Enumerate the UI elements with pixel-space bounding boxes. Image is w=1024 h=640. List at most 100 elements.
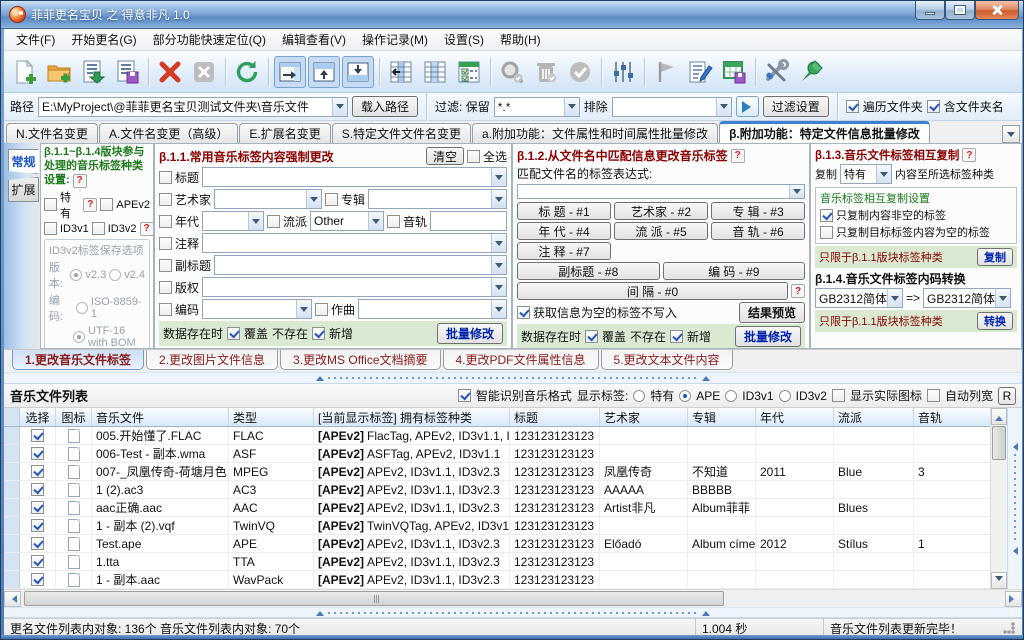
vertical-scroll-thumb[interactable] (992, 426, 1006, 460)
select-all-checkbox[interactable] (467, 150, 480, 163)
remove-disabled-button[interactable] (188, 56, 220, 88)
column-move-left-button[interactable] (385, 56, 417, 88)
cell-filename[interactable]: 1 - 副本.aac (92, 571, 229, 588)
pin-button[interactable] (795, 56, 827, 88)
title-combo[interactable] (202, 167, 507, 187)
copy-button[interactable]: 复制 (977, 248, 1013, 266)
album-combo[interactable] (368, 189, 507, 209)
scroll-down-button[interactable] (991, 572, 1007, 589)
horizontal-scrollbar[interactable] (4, 589, 1022, 607)
row-gutter[interactable] (4, 517, 20, 534)
special-tag-checkbox[interactable] (44, 198, 57, 211)
include-folder-name-checkbox[interactable] (927, 100, 940, 113)
tag-artist-button[interactable]: 艺术家 - #2 (614, 202, 708, 220)
b11-overwrite-checkbox[interactable] (227, 327, 240, 340)
smart-detect-checkbox[interactable] (458, 389, 471, 402)
chevron-down-icon[interactable] (248, 212, 263, 230)
chevron-down-icon[interactable] (491, 278, 506, 296)
cell-filename[interactable]: 1 - 副本 (2).vqf (92, 517, 229, 534)
iso-radio[interactable] (76, 302, 88, 314)
cell-filename[interactable]: 005.开始懂了.FLAC (92, 427, 229, 444)
chevron-down-icon[interactable] (491, 168, 506, 186)
path-combo[interactable]: E:\MyProject\@菲菲更名宝贝测试文件夹\音乐文件 (38, 97, 348, 117)
save-list-button[interactable] (111, 56, 143, 88)
chevron-down-icon[interactable] (491, 300, 506, 318)
panel-bottom-toggle-button[interactable] (342, 56, 374, 88)
cell-filename[interactable]: 006-Test - 副本.wma (92, 445, 229, 462)
row-checkbox[interactable] (31, 429, 44, 442)
tab-filename-advanced[interactable]: A.文件名变更（高级） (99, 123, 238, 143)
subtab-office-summary[interactable]: 3.更改MS Office文档摘要 (280, 350, 440, 370)
save-table-button[interactable] (718, 56, 750, 88)
row-select-cell[interactable] (20, 553, 56, 570)
scroll-right-button[interactable] (1005, 591, 1022, 607)
tag-comment-button[interactable]: 注 释 - #7 (517, 242, 611, 260)
v24-radio[interactable] (109, 269, 121, 281)
header-title[interactable]: 标题 (510, 408, 600, 426)
vertical-scroll-track[interactable] (991, 425, 1007, 572)
header-filename[interactable]: 音乐文件 (92, 408, 229, 426)
chevron-down-icon[interactable] (564, 98, 579, 116)
menu-history[interactable]: 操作记录(M) (354, 29, 436, 50)
tag-track-button[interactable]: 音 轨 - #6 (711, 222, 805, 240)
filter-sliders-button[interactable] (607, 56, 639, 88)
help-icon[interactable]: ? (731, 149, 745, 163)
flag-disabled-button[interactable] (650, 56, 682, 88)
year-field-checkbox[interactable] (159, 215, 172, 228)
skip-empty-checkbox[interactable] (517, 306, 530, 319)
load-list-button[interactable] (77, 56, 109, 88)
artist-field-checkbox[interactable] (159, 193, 172, 206)
cell-filename[interactable]: 1 (2).ac3 (92, 481, 229, 498)
help-icon[interactable]: ? (73, 174, 87, 188)
chevron-down-icon[interactable] (995, 289, 1010, 307)
encoding-from-combo[interactable]: GB2312简体 (815, 288, 903, 308)
row-select-cell[interactable] (20, 463, 56, 480)
copyright-combo[interactable] (202, 277, 507, 297)
tag-album-button[interactable]: 专 辑 - #3 (711, 202, 805, 220)
chevron-down-icon[interactable] (887, 289, 902, 307)
cell-filename[interactable]: 007-_凤凰传奇-荷塘月色.... (92, 463, 229, 480)
expr-combo[interactable] (517, 184, 805, 199)
copyright-field-checkbox[interactable] (159, 281, 172, 294)
comment-combo[interactable] (202, 233, 507, 253)
row-checkbox[interactable] (31, 501, 44, 514)
id3v1-checkbox[interactable] (44, 222, 57, 235)
composer-combo[interactable] (358, 299, 507, 319)
row-checkbox[interactable] (31, 447, 44, 460)
comment-field-checkbox[interactable] (159, 237, 172, 250)
b12-overwrite-checkbox[interactable] (585, 330, 598, 343)
row-select-cell[interactable] (20, 427, 56, 444)
cell-filename[interactable]: Test.ape (92, 535, 229, 552)
panel-top-toggle-button[interactable] (308, 56, 340, 88)
chevron-down-icon[interactable] (876, 165, 891, 183)
row-checkbox[interactable] (31, 573, 44, 586)
open-folder-button[interactable] (43, 56, 75, 88)
apply-filter-button[interactable] (736, 96, 759, 117)
checklist-button[interactable] (453, 56, 485, 88)
table-row[interactable]: 005.开始懂了.FLACFLAC[APEv2]FlacTag, APEv2, … (4, 427, 990, 445)
header-track[interactable]: 音轨 (914, 408, 990, 426)
row-gutter[interactable] (4, 535, 20, 552)
table-row[interactable]: 007-_凤凰传奇-荷塘月色....MPEG[APEv2]APEv2, ID3v… (4, 463, 990, 481)
menu-file[interactable]: 文件(F) (8, 29, 63, 50)
cell-filename[interactable]: aac正确.aac (92, 499, 229, 516)
chevron-down-icon[interactable] (491, 256, 506, 274)
track-input[interactable] (430, 211, 507, 231)
header-album[interactable]: 专辑 (688, 408, 756, 426)
header-select[interactable]: 选择 (20, 408, 56, 426)
show-tag-id3v2-radio[interactable] (779, 390, 791, 402)
row-gutter[interactable] (4, 553, 20, 570)
menu-start-rename[interactable]: 开始更名(G) (63, 29, 144, 50)
menu-help[interactable]: 帮助(H) (492, 29, 549, 50)
tag-year-button[interactable]: 年 代 - #4 (517, 222, 611, 240)
show-tag-id3v1-radio[interactable] (725, 390, 737, 402)
minimize-button[interactable] (915, 1, 945, 20)
clear-button[interactable]: 清空 (426, 147, 464, 165)
maximize-button[interactable] (945, 1, 975, 20)
tag-genre-button[interactable]: 流 派 - #5 (614, 222, 708, 240)
menu-settings[interactable]: 设置(S) (436, 29, 492, 50)
auto-column-width-checkbox[interactable] (927, 389, 940, 402)
help-icon[interactable]: ? (140, 222, 154, 236)
apply-disabled-button[interactable] (564, 56, 596, 88)
row-gutter[interactable] (4, 481, 20, 498)
